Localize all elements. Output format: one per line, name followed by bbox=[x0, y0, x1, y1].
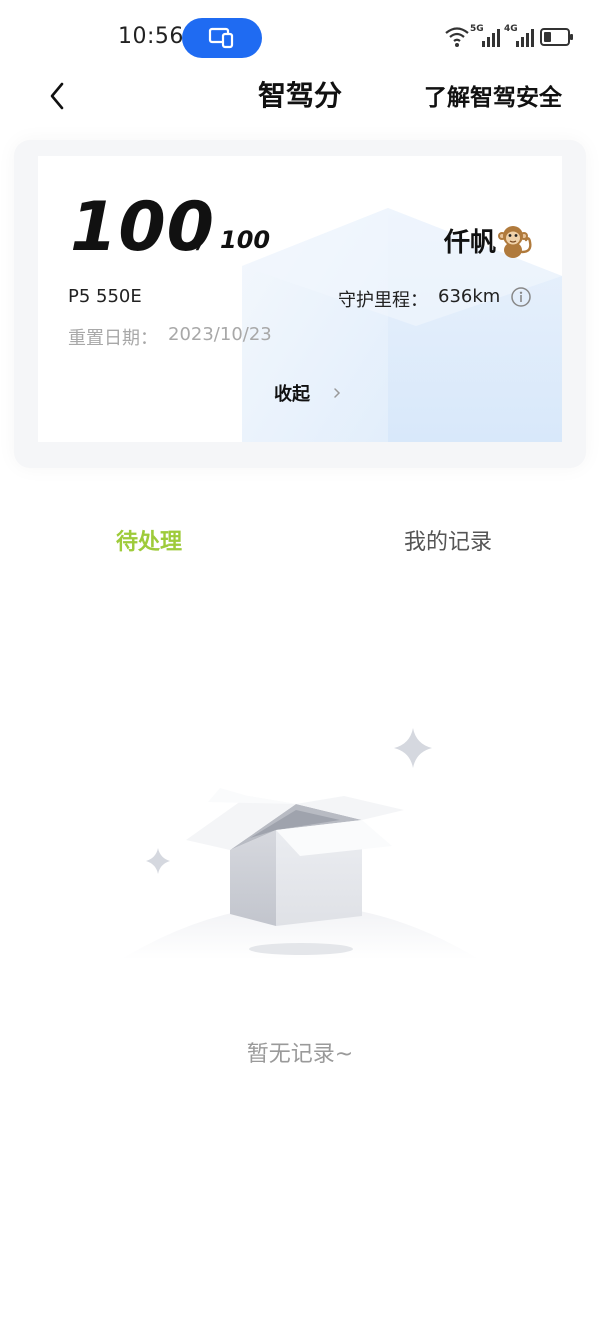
info-icon[interactable] bbox=[510, 286, 532, 308]
status-icons: 5G 4G bbox=[444, 24, 576, 52]
learn-safety-link[interactable]: 了解智驾安全 bbox=[424, 78, 562, 112]
score-max: 100 bbox=[220, 226, 271, 254]
collapse-label: 收起 bbox=[274, 384, 310, 405]
chevron-right-icon bbox=[334, 388, 341, 398]
reset-date-label: 重置日期： bbox=[68, 328, 158, 349]
page: 10:56 5G 4G 智驾分 了解智驾安全 100 / 100 仟帆 P5 5… bbox=[0, 0, 600, 1320]
score-card: 100 / 100 仟帆 P5 550E 守护里程： 636km 重置日期： 2… bbox=[38, 156, 562, 442]
screen-share-button[interactable] bbox=[182, 18, 262, 58]
collapse-button[interactable]: 收起 bbox=[274, 378, 354, 408]
mileage-label: 守护里程： bbox=[338, 290, 428, 311]
tab-bar: 待处理 我的记录 bbox=[0, 512, 600, 568]
header: 智驾分 了解智驾安全 bbox=[0, 66, 600, 122]
monkey-avatar-icon bbox=[498, 226, 532, 258]
battery-icon bbox=[540, 28, 573, 46]
empty-box-illustration bbox=[120, 728, 480, 960]
tab-pending[interactable]: 待处理 bbox=[116, 524, 182, 556]
network-5g-label: 5G bbox=[470, 24, 484, 34]
reset-date-value: 2023/10/23 bbox=[168, 324, 272, 345]
tab-my-records[interactable]: 我的记录 bbox=[404, 524, 492, 556]
status-bar: 10:56 5G 4G bbox=[0, 0, 600, 76]
score-separator: / bbox=[198, 226, 207, 254]
wifi-icon bbox=[445, 27, 469, 47]
network-4g-label: 4G bbox=[504, 24, 518, 34]
user-name: 仟帆 bbox=[443, 228, 496, 258]
vehicle-model: P5 550E bbox=[68, 286, 142, 307]
score-value: 100 bbox=[70, 188, 215, 267]
empty-state-message: 暂无记录~ bbox=[246, 1042, 354, 1067]
status-time: 10:56 bbox=[118, 24, 184, 49]
mileage-value: 636km bbox=[438, 286, 501, 307]
screen-share-icon bbox=[208, 27, 234, 49]
